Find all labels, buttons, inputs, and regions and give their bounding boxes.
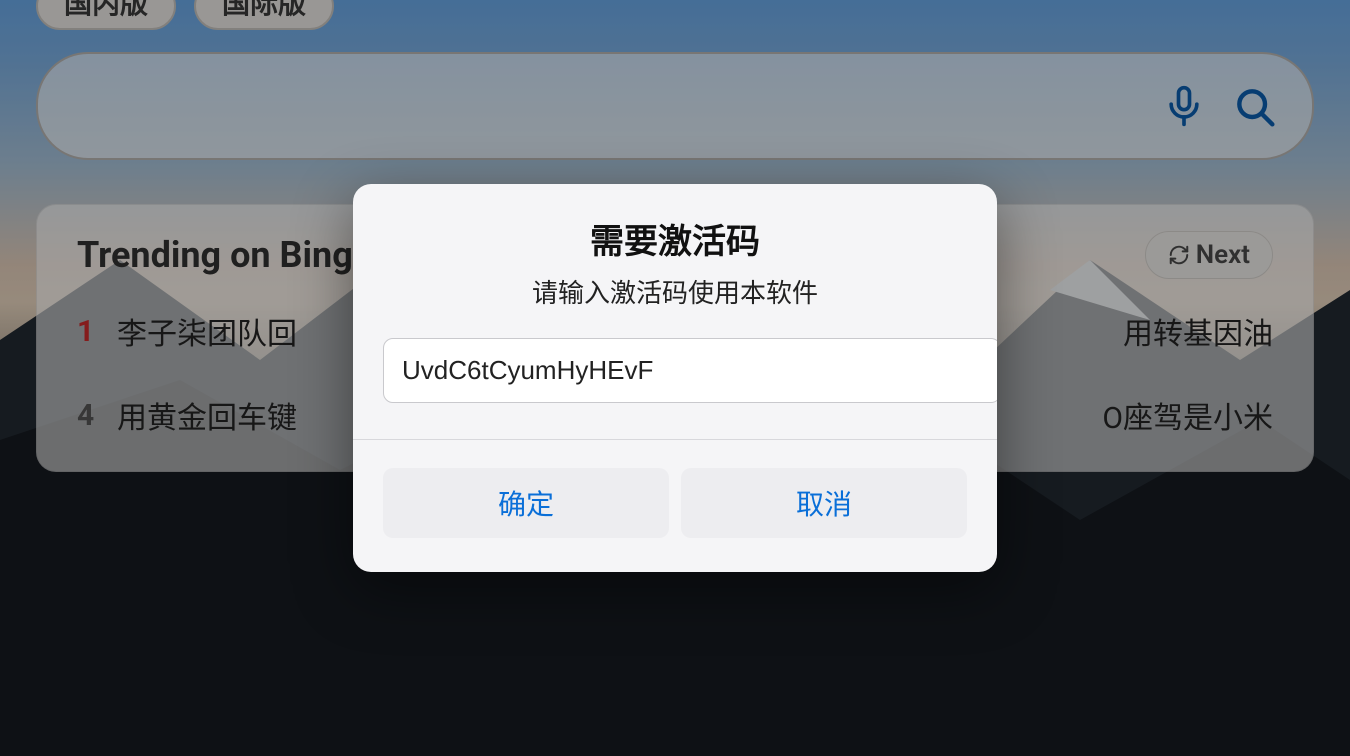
cancel-button[interactable]: 取消: [681, 468, 967, 538]
screen: 国内版 国际版 Trending on Bing: [0, 0, 1350, 756]
activation-modal: 需要激活码 请输入激活码使用本软件 确定 取消: [353, 184, 997, 572]
confirm-button[interactable]: 确定: [383, 468, 669, 538]
modal-overlay: 需要激活码 请输入激活码使用本软件 确定 取消: [0, 0, 1350, 756]
modal-actions: 确定 取消: [353, 440, 997, 572]
modal-subtitle: 请输入激活码使用本软件: [383, 273, 967, 310]
modal-body: 需要激活码 请输入激活码使用本软件: [353, 184, 997, 439]
activation-code-input[interactable]: [383, 338, 997, 403]
modal-title: 需要激活码: [383, 214, 967, 263]
